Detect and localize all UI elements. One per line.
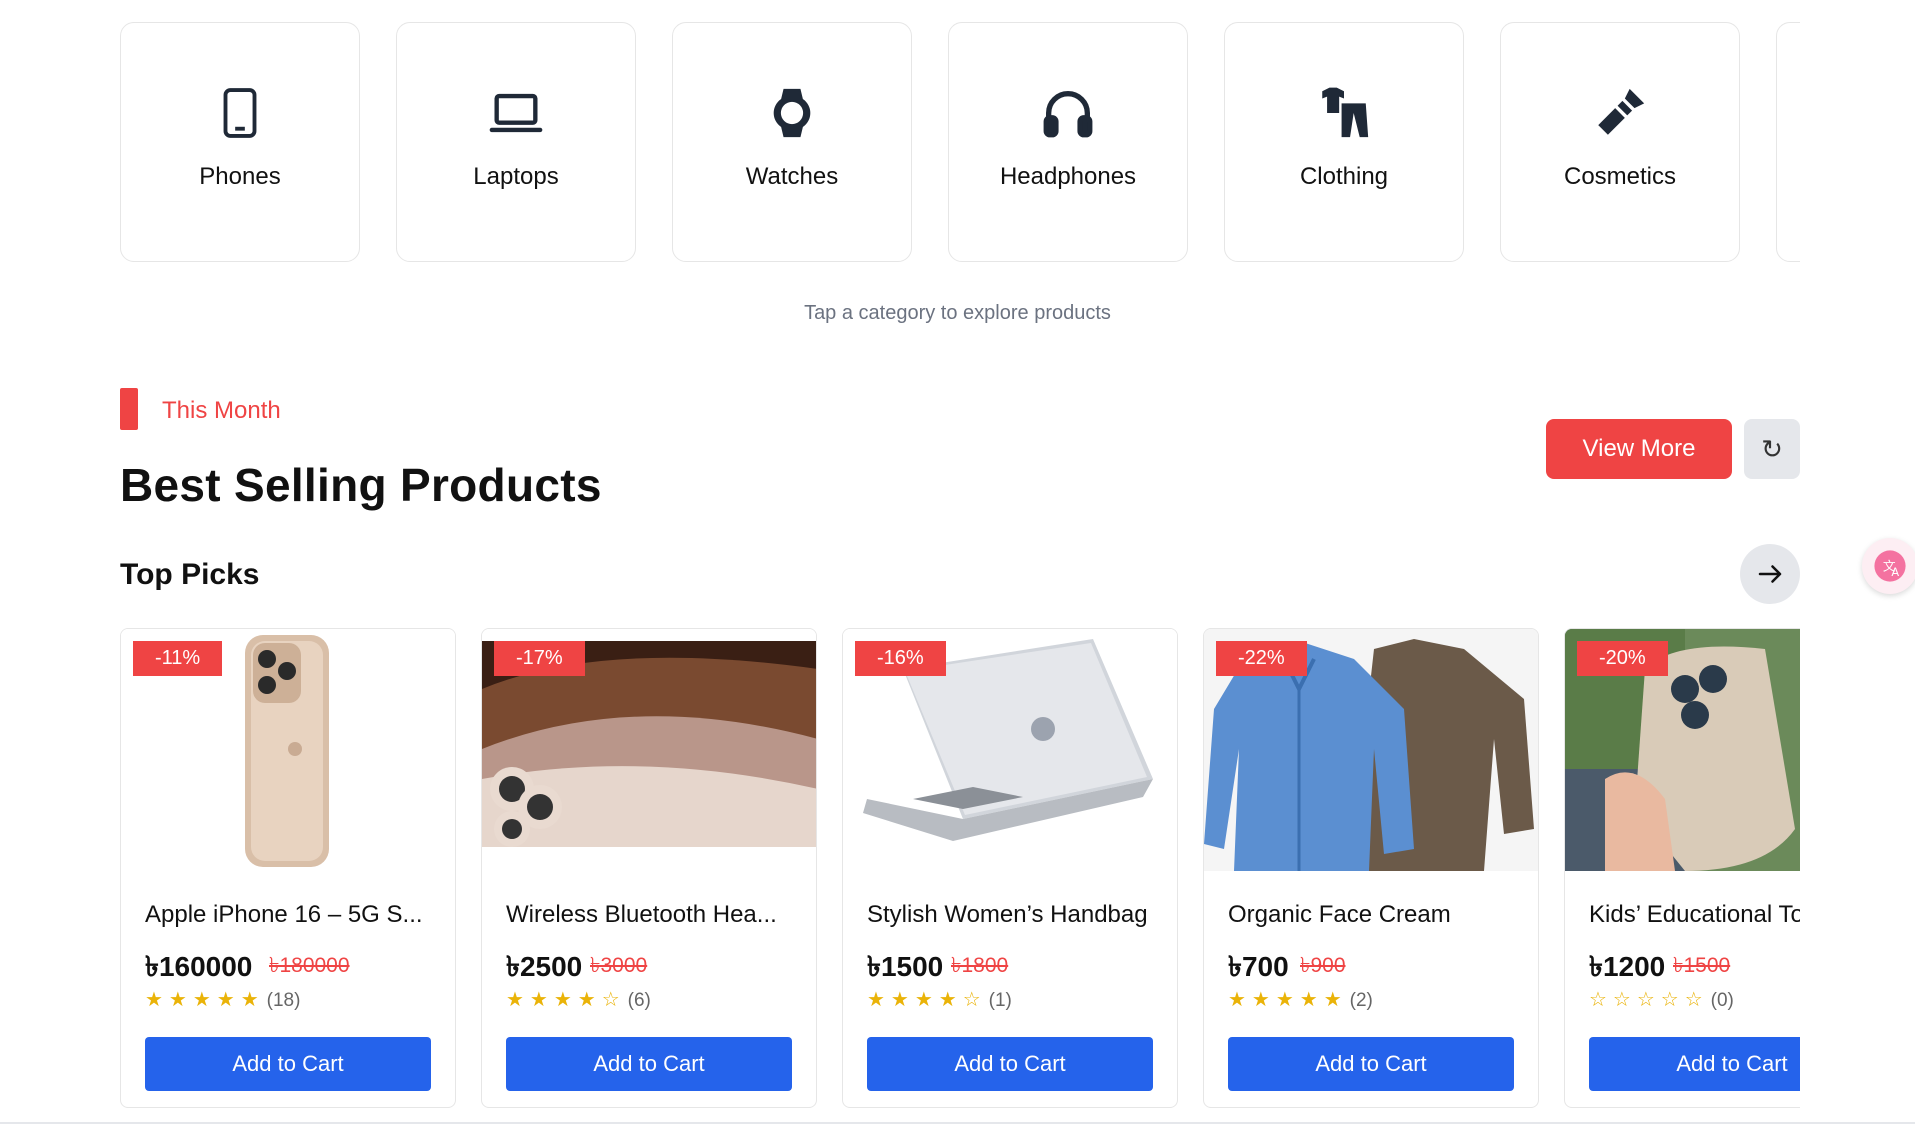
product-name[interactable]: Apple iPhone 16 – 5G S... bbox=[145, 901, 445, 929]
product-price: ৳160000 bbox=[145, 951, 253, 982]
category-label: Phones bbox=[199, 163, 281, 190]
category-card-partial[interactable] bbox=[1776, 22, 1800, 262]
section-kicker: This Month bbox=[162, 397, 281, 424]
next-arrow-button[interactable] bbox=[1740, 544, 1800, 604]
stars-glyphs: ★★★★★ bbox=[1228, 989, 1348, 1011]
headphones-icon bbox=[1038, 83, 1098, 143]
product-carousel: -11% Apple iPhone 16 – 5G S... ৳160000 ৳… bbox=[120, 628, 1800, 1110]
laptop-icon bbox=[486, 83, 546, 143]
product-old-price: ৳1800 bbox=[951, 954, 1009, 977]
lipstick-icon bbox=[1590, 83, 1650, 143]
translate-icon: 文A bbox=[1874, 550, 1906, 582]
product-price: ৳700 bbox=[1228, 951, 1289, 982]
product-price: ৳2500 bbox=[506, 951, 583, 982]
rating-stars: ☆☆☆☆☆ (0) bbox=[1589, 987, 1734, 1012]
add-to-cart-button[interactable]: Add to Cart bbox=[145, 1037, 431, 1091]
discount-badge: -22% bbox=[1216, 641, 1307, 676]
view-more-button[interactable]: View More bbox=[1546, 419, 1732, 479]
category-strip: Phones Laptops Watches Headphones Clothi… bbox=[120, 22, 1800, 264]
product-card[interactable]: -20% Kids’ Educational To ৳1200 ৳1500 ☆☆… bbox=[1564, 628, 1800, 1108]
category-label: Cosmetics bbox=[1563, 163, 1677, 190]
product-price: ৳1500 bbox=[867, 951, 944, 982]
category-card-cosmetics[interactable]: Cosmetics bbox=[1500, 22, 1740, 262]
refresh-icon: ↻ bbox=[1761, 433, 1783, 464]
discount-badge: -20% bbox=[1577, 641, 1668, 676]
review-count: (6) bbox=[627, 990, 651, 1011]
translate-button[interactable]: 文A bbox=[1862, 538, 1915, 594]
product-name[interactable]: Organic Face Cream bbox=[1228, 901, 1528, 929]
section-accent-bar bbox=[120, 388, 138, 430]
product-old-price: ৳1500 bbox=[1673, 954, 1731, 977]
top-picks-title: Top Picks bbox=[120, 558, 260, 591]
rating-stars: ★★★★☆ (1) bbox=[867, 987, 1012, 1012]
review-count: (0) bbox=[1710, 990, 1734, 1011]
rating-stars: ★★★★★ (2) bbox=[1228, 987, 1373, 1012]
product-card[interactable]: -16% Stylish Women’s Handbag ৳1500 ৳1800… bbox=[842, 628, 1178, 1108]
review-count: (18) bbox=[266, 990, 301, 1011]
category-hint: Tap a category to explore products bbox=[804, 302, 1111, 324]
rating-stars: ★★★★☆ (6) bbox=[506, 987, 651, 1012]
review-count: (2) bbox=[1349, 990, 1373, 1011]
product-name[interactable]: Wireless Bluetooth Hea... bbox=[506, 901, 806, 929]
stars-glyphs: ★★★★☆ bbox=[867, 989, 987, 1011]
product-card[interactable]: -11% Apple iPhone 16 – 5G S... ৳160000 ৳… bbox=[120, 628, 456, 1108]
product-card[interactable]: -17% Wireless Bluetooth Hea... ৳2500 ৳30… bbox=[481, 628, 817, 1108]
category-card-headphones[interactable]: Headphones bbox=[948, 22, 1188, 262]
product-old-price: ৳180000 bbox=[269, 954, 350, 977]
category-label: Laptops bbox=[473, 163, 559, 190]
discount-badge: -11% bbox=[133, 641, 223, 676]
stars-glyphs: ☆☆☆☆☆ bbox=[1589, 989, 1709, 1011]
arrow-right-icon bbox=[1758, 565, 1782, 583]
stars-glyphs: ★★★★★ bbox=[145, 989, 265, 1011]
category-card-watches[interactable]: Watches bbox=[672, 22, 912, 262]
rating-stars: ★★★★★ (18) bbox=[145, 987, 300, 1012]
product-name[interactable]: Stylish Women’s Handbag bbox=[867, 901, 1167, 929]
category-card-laptops[interactable]: Laptops bbox=[396, 22, 636, 262]
product-name[interactable]: Kids’ Educational To bbox=[1589, 901, 1800, 929]
product-price: ৳1200 bbox=[1589, 951, 1666, 982]
refresh-button[interactable]: ↻ bbox=[1744, 419, 1800, 479]
discount-badge: -17% bbox=[494, 641, 585, 676]
category-label: Watches bbox=[745, 163, 839, 190]
add-to-cart-button[interactable]: Add to Cart bbox=[867, 1037, 1153, 1091]
clothing-icon bbox=[1314, 83, 1374, 143]
product-old-price: ৳900 bbox=[1300, 954, 1346, 977]
add-to-cart-button[interactable]: Add to Cart bbox=[1228, 1037, 1514, 1091]
svg-text:A: A bbox=[1891, 565, 1899, 579]
stars-glyphs: ★★★★☆ bbox=[506, 989, 626, 1011]
add-to-cart-button[interactable]: Add to Cart bbox=[506, 1037, 792, 1091]
review-count: (1) bbox=[988, 990, 1012, 1011]
category-label: Headphones bbox=[999, 163, 1137, 190]
phone-icon bbox=[210, 83, 270, 143]
product-old-price: ৳3000 bbox=[590, 954, 648, 977]
product-card[interactable]: -22% Organic Face Cream ৳700 ৳900 ★★★★★(… bbox=[1203, 628, 1539, 1108]
section-title: Best Selling Products bbox=[120, 459, 602, 511]
category-card-clothing[interactable]: Clothing bbox=[1224, 22, 1464, 262]
watch-icon bbox=[762, 83, 822, 143]
add-to-cart-button[interactable]: Add to Cart bbox=[1589, 1037, 1800, 1091]
bottom-divider bbox=[0, 1122, 1915, 1124]
category-card-phones[interactable]: Phones bbox=[120, 22, 360, 262]
discount-badge: -16% bbox=[855, 641, 946, 676]
category-label: Clothing bbox=[1299, 163, 1389, 190]
